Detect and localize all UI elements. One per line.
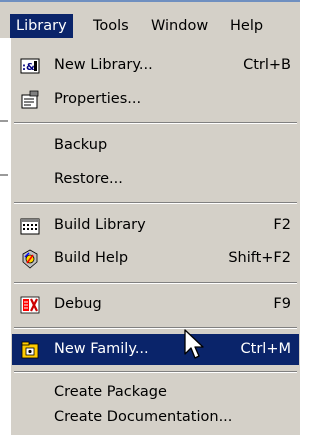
menu-help[interactable]: Help (224, 14, 269, 38)
menu-item-shortcut: Shift+F2 (228, 250, 291, 266)
menu-item-label: Properties... (54, 91, 142, 107)
menu-item-debug[interactable]: Debug F9 (12, 289, 299, 320)
menu-item-new-family[interactable]: New Family... Ctrl+M (12, 334, 299, 365)
menu-item-backup[interactable]: Backup (12, 130, 299, 161)
debug-icon (20, 296, 40, 314)
menu-item-restore[interactable]: Restore... (12, 164, 299, 195)
menu-item-label: Create Package (54, 384, 167, 400)
library-dropdown-menu: :& New Library... Ctrl+B Properties... B… (9, 38, 300, 435)
menu-item-label: Create Documentation... (54, 409, 233, 425)
menu-item-build-help[interactable]: Build Help Shift+F2 (12, 243, 299, 274)
menu-separator (14, 327, 297, 329)
new-family-icon (21, 341, 39, 359)
menu-item-label: Restore... (54, 171, 123, 187)
menu-tools[interactable]: Tools (87, 14, 135, 38)
menu-item-create-documentation[interactable]: Create Documentation... (12, 402, 299, 433)
edge-tick (0, 120, 8, 122)
menu-separator (14, 282, 297, 284)
menu-separator (14, 122, 297, 124)
build-help-icon (22, 249, 38, 269)
menu-item-properties[interactable]: Properties... (12, 84, 299, 115)
menu-item-shortcut: Ctrl+B (243, 57, 291, 73)
menu-window[interactable]: Window (145, 14, 214, 38)
menu-item-label: Build Help (54, 250, 129, 266)
background-window-edge (0, 38, 9, 435)
menu-item-label: Build Library (54, 217, 146, 233)
menu-item-new-library[interactable]: :& New Library... Ctrl+B (12, 50, 299, 81)
build-library-icon (20, 218, 40, 235)
menu-separator (14, 371, 297, 373)
svg-text::&: :& (22, 62, 35, 73)
menu-separator (14, 202, 297, 204)
menu-library[interactable]: Library (10, 14, 73, 38)
menu-item-build-library[interactable]: Build Library F2 (12, 210, 299, 241)
menu-item-shortcut: F2 (273, 217, 291, 233)
menu-item-shortcut: F9 (273, 296, 291, 312)
mouse-cursor-icon (184, 329, 204, 359)
menu-item-shortcut: Ctrl+M (240, 341, 291, 357)
menu-item-label: New Library... (54, 57, 153, 73)
edge-tick (0, 174, 8, 176)
menu-item-label: Backup (54, 137, 108, 153)
new-library-icon: :& (20, 58, 40, 74)
properties-icon (21, 90, 39, 109)
menu-item-label: Debug (54, 296, 102, 312)
menu-bar: Library Tools Window Help (0, 0, 300, 38)
menu-item-label: New Family... (54, 341, 149, 357)
app-window: Library Tools Window Help :& New Library… (0, 0, 300, 435)
